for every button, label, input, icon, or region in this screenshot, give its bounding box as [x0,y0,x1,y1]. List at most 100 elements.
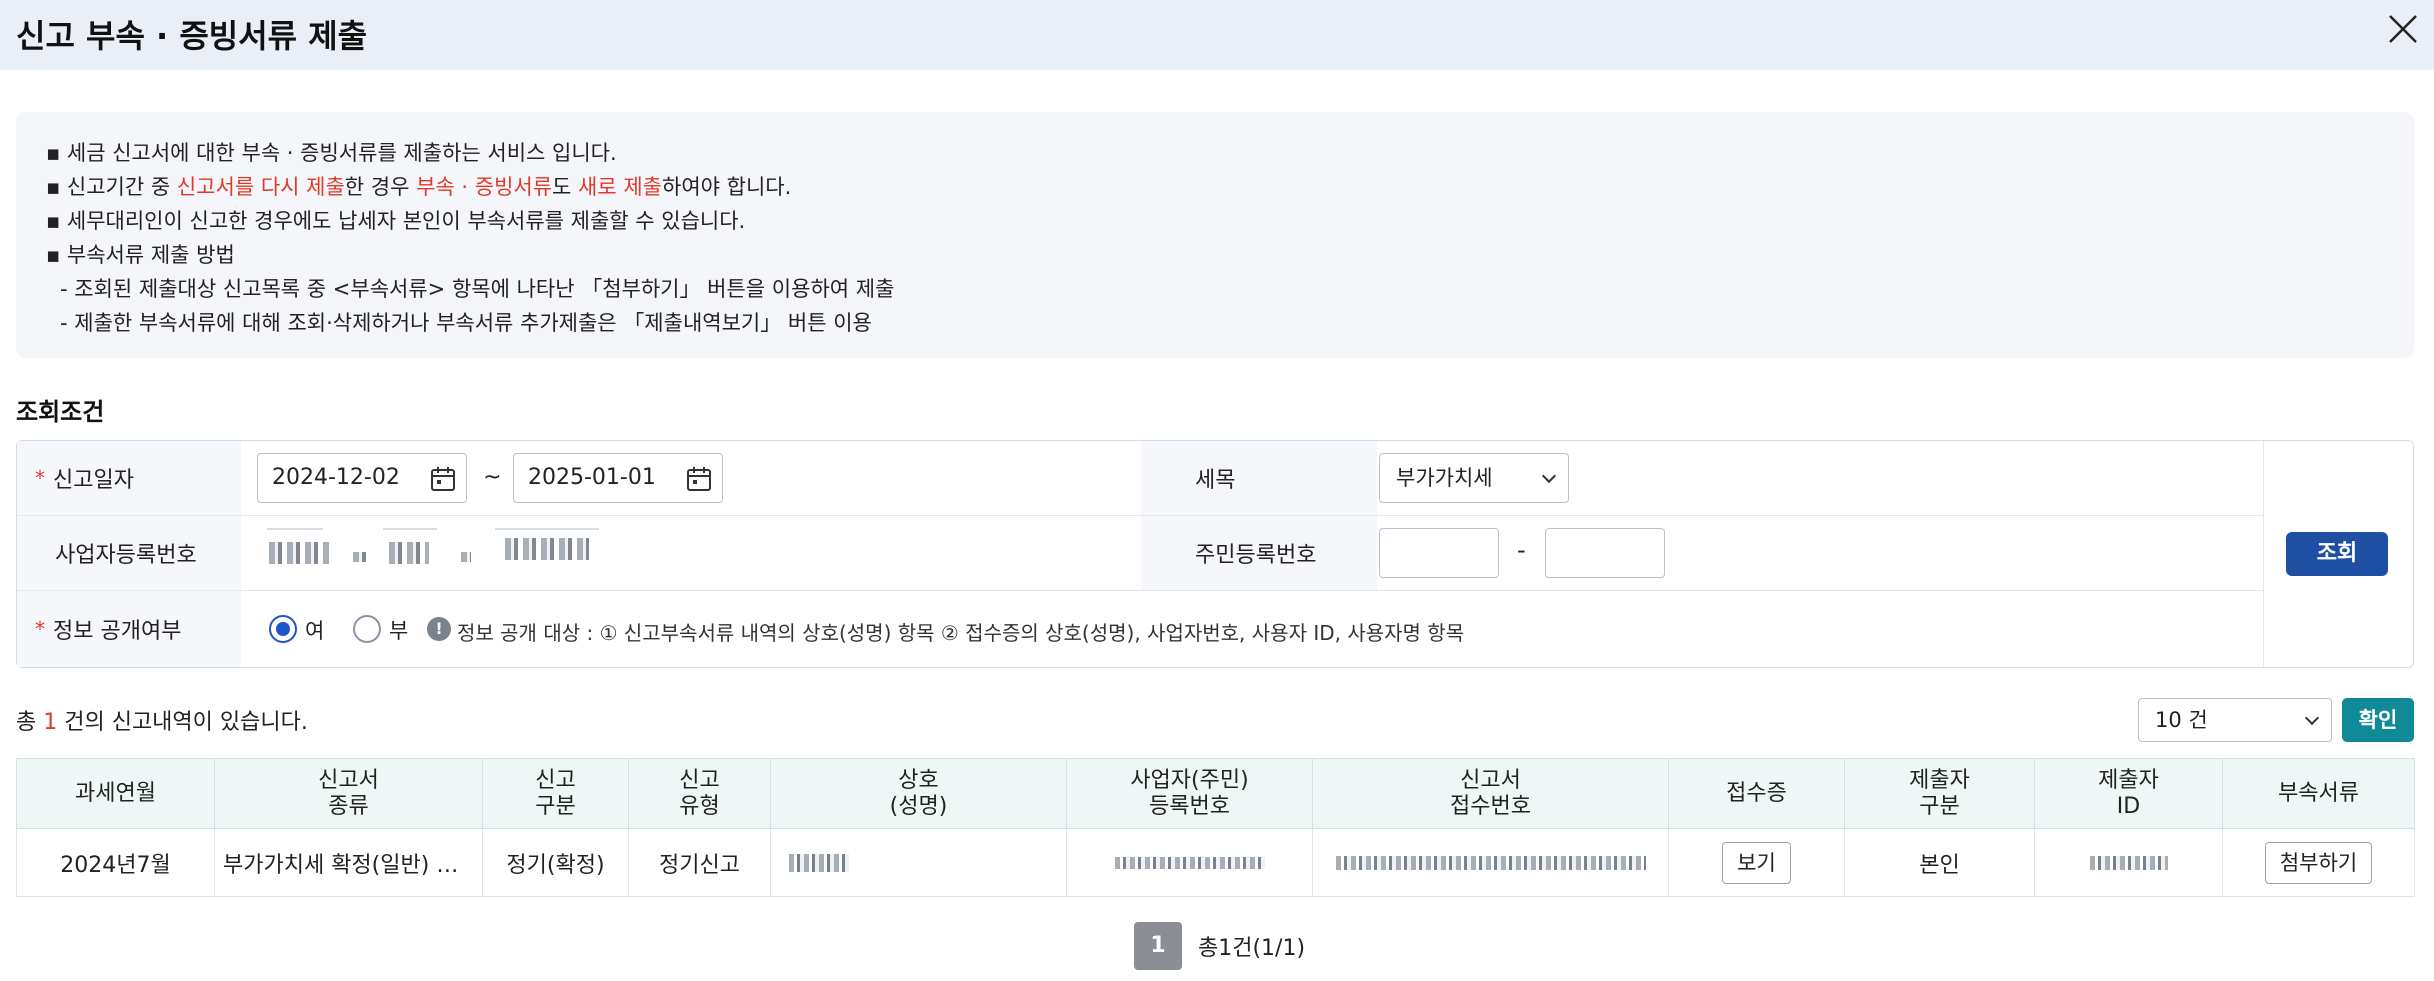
dialog-header: 신고 부속 · 증빙서류 제출 [0,0,2434,70]
date-to-value: 2025-01-01 [528,465,656,490]
bizno-masked-part [389,542,429,564]
search-row-ids: 사업자등록번호 주민등록번호 - [17,516,2263,591]
chevron-down-icon [2304,710,2320,726]
notice-text: ▪ 신고기간 중 [46,175,177,199]
result-count-number: 1 [43,710,58,735]
col-header-report-class: 신고 구분 [482,758,629,829]
col-header-text: 사업자(주민) [1130,767,1249,793]
tax-type-select[interactable]: 부가가치세 [1379,453,1569,503]
confirm-button[interactable]: 확인 [2342,698,2414,742]
result-table: 과세연월 신고서 종류 신고 구분 신고 유형 상호 (성명) 사업자(주민) 등록번호 … [16,758,2415,897]
disclose-label-cell: * 정보 공개여부 [17,591,241,667]
notice-text: 하여야 합니다. [662,175,792,199]
date-to-input[interactable]: 2025-01-01 [513,453,723,503]
resno-label-cell: 주민등록번호 [1141,516,1377,590]
tax-label: 세목 [1195,468,1236,493]
calendar-icon[interactable] [430,466,456,492]
notice-text: 도 [552,175,579,199]
col-header-text: 구분 [535,793,576,819]
col-header-text: 신고 [535,767,576,793]
col-header-receipt-number: 신고서 접수번호 [1312,758,1669,829]
tax-label-cell: 세목 [1141,441,1377,515]
view-receipt-button[interactable]: 보기 [1722,841,1791,884]
cell-attachments: 첨부하기 [2222,828,2415,897]
pagination-current-page[interactable]: 1 [1134,922,1182,970]
search-button[interactable]: 조회 [2286,532,2388,576]
dialog-title: 신고 부속 · 증빙서류 제출 [16,17,368,55]
date-separator: ~ [483,465,502,490]
required-mark: * [35,466,45,490]
col-header-receipt: 접수증 [1668,758,1845,829]
masked-value [2089,856,2168,870]
chevron-down-icon [1541,468,1557,484]
search-row-date: * 신고일자 2024-12-02 ~ 2025-01-01 세목 부가가치세 [17,441,2263,516]
page-size-value: 10 건 [2155,708,2208,732]
col-header-form-type: 신고서 종류 [214,758,483,829]
notice-text: 한 경우 [344,175,417,199]
search-row-disclosure: * 정보 공개여부 여 부 ! 정보 공개 대상 : ① 신고부속서류 내역의 상… [17,591,2263,667]
notice-highlight: 부속 · 증빙서류 [416,175,553,199]
notice-box: ▪ 세금 신고서에 대한 부속 · 증빙서류를 제출하는 서비스 입니다. ▪ … [16,112,2414,358]
col-header-text: 제출자 [1909,767,1970,793]
col-header-text: 종류 [328,793,369,819]
close-icon[interactable] [2386,12,2420,46]
table-header-row: 과세연월 신고서 종류 신고 구분 신고 유형 상호 (성명) 사업자(주민) 등록번호 … [16,758,2415,829]
notice-highlight: 신고서를 다시 제출 [176,175,345,199]
col-header-text: 상호 [898,767,939,793]
bizno-label: 사업자등록번호 [55,543,197,568]
col-header-text: 등록번호 [1149,793,1230,819]
search-section-title: 조회조건 [16,398,105,426]
col-header-text: 유형 [679,793,720,819]
cell-submitter-type: 본인 [1844,828,2035,897]
resno-back-input[interactable] [1545,528,1665,578]
disclose-label: 정보 공개여부 [53,619,182,644]
col-header-submitter-id: 제출자 ID [2034,758,2223,829]
calendar-icon[interactable] [686,466,712,492]
bizno-masked-part [267,528,323,530]
cell-receipt: 보기 [1668,828,1845,897]
info-icon: ! [427,617,451,641]
cell-form-type: 부가가치세 확정(일반) … [214,828,483,897]
col-header-submitter-type: 제출자 구분 [1844,758,2035,829]
tax-type-value: 부가가치세 [1396,466,1493,490]
disclose-yes-radio[interactable] [269,615,297,643]
attach-button[interactable]: 첨부하기 [2264,841,2373,884]
resno-front-input[interactable] [1379,528,1499,578]
cell-company-masked [770,828,1067,897]
cell-receipt-number-masked [1312,828,1669,897]
col-header-text: 신고서 [1460,767,1521,793]
date-from-input[interactable]: 2024-12-02 [257,453,467,503]
date-label: 신고일자 [53,468,134,493]
date-from-value: 2024-12-02 [272,465,400,490]
disclose-yes-label: 여 [305,619,325,643]
masked-value [1114,857,1265,869]
search-conditions-panel: * 신고일자 2024-12-02 ~ 2025-01-01 세목 부가가치세 사… [16,440,2414,668]
disclosure-info-text: 정보 공개 대상 : ① 신고부속서류 내역의 상호(성명) 항목 ② 접수증의… [457,621,1465,645]
cell-reg-number-masked [1066,828,1313,897]
bizno-masked-part [383,528,437,530]
col-header-text: 접수번호 [1450,793,1531,819]
col-header-period: 과세연월 [16,758,215,829]
col-header-reg-number: 사업자(주민) 등록번호 [1066,758,1313,829]
col-header-company: 상호 (성명) [770,758,1067,829]
bizno-masked-part [269,542,329,564]
disclose-no-radio[interactable] [353,615,381,643]
col-header-attachments: 부속서류 [2222,758,2415,829]
notice-line-4: ▪ 부속서류 제출 방법 [46,243,235,267]
masked-value [789,854,849,872]
col-header-report-type: 신고 유형 [628,758,771,829]
cell-submitter-id-masked [2034,828,2223,897]
col-header-text: 신고 [679,767,720,793]
notice-line-5: - 조회된 제출대상 신고목록 중 <부속서류> 항목에 나타난 「첨부하기」 … [60,277,895,301]
date-label-cell: * 신고일자 [17,441,241,515]
pagination-summary: 총1건(1/1) [1198,936,1306,961]
col-header-text: 신고서 [318,767,379,793]
notice-line-2: ▪ 신고기간 중 신고서를 다시 제출한 경우 부속 · 증빙서류도 새로 제출… [46,170,2384,204]
required-mark: * [35,617,45,641]
cell-period: 2024년7월 [16,828,215,897]
result-count-prefix: 총 [16,710,44,735]
bizno-masked-part [495,528,599,530]
page-size-select[interactable]: 10 건 [2138,698,2332,742]
result-count-suffix: 건의 신고내역이 있습니다. [57,710,308,735]
notice-highlight: 새로 제출 [578,175,663,199]
